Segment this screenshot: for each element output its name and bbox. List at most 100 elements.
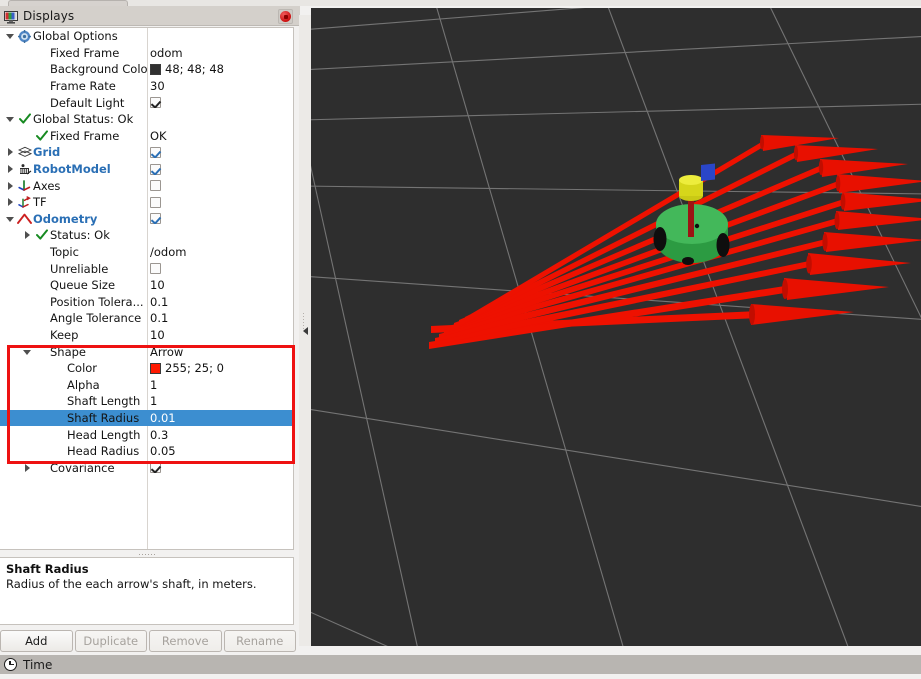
tree-row[interactable]: Unreliable [0, 260, 292, 277]
panel-title: Displays [23, 8, 75, 23]
tree-row[interactable]: Status: Ok [0, 227, 292, 244]
tree-row-value: 0.3 [150, 427, 169, 442]
tree-row-name-cell: Grid [0, 145, 148, 159]
tree-row[interactable]: Queue Size 10 [0, 277, 292, 294]
checkbox-unchecked[interactable] [150, 196, 161, 208]
property-description-box: Shaft Radius Radius of the each arrow's … [0, 557, 294, 625]
tree-row-value-cell[interactable] [148, 196, 292, 208]
checkbox-checked[interactable] [150, 146, 161, 158]
tree-row-value-cell[interactable] [148, 180, 292, 192]
tree-row-label: Topic [50, 245, 79, 260]
tree-row[interactable]: Head Length 0.3 [0, 426, 292, 443]
expander-closed-icon[interactable] [21, 462, 33, 474]
tree-row-value-cell[interactable]: odom [148, 46, 292, 60]
tree-row-value-cell[interactable]: 0.01 [148, 411, 292, 425]
window-bottom-pad [0, 674, 921, 679]
tree-row-name-cell: RobotModel [0, 162, 148, 176]
expander-closed-icon[interactable] [4, 146, 16, 158]
expander-open-icon[interactable] [4, 213, 16, 225]
tree-row[interactable]: Fixed Frame OK [0, 128, 292, 145]
tree-row-value-cell[interactable]: 1 [148, 394, 292, 408]
tree-row-value-cell[interactable]: /odom [148, 245, 292, 259]
tree-row[interactable]: Shape Arrow [0, 343, 292, 360]
expander-closed-icon[interactable] [4, 163, 16, 175]
tree-row-value-cell[interactable]: 1 [148, 378, 292, 392]
checkbox-checked[interactable] [150, 163, 161, 175]
tree-row-value-cell[interactable]: Arrow [148, 345, 292, 359]
tree-row[interactable]: Head Radius 0.05 [0, 443, 292, 460]
tree-row[interactable]: Odometry [0, 211, 292, 228]
tree-row[interactable]: Topic/odom [0, 244, 292, 261]
expander-open-icon[interactable] [4, 113, 16, 125]
tree-row-value: 0.05 [150, 444, 176, 459]
tree-row-value-cell[interactable]: OK [148, 129, 292, 143]
tree-row[interactable]: Grid [0, 144, 292, 161]
tree-row[interactable]: Angle Tolerance 0.1 [0, 310, 292, 327]
color-swatch[interactable] [150, 63, 161, 75]
tree-row-value-cell[interactable]: 30 [148, 79, 292, 93]
tree-row[interactable]: Axes [0, 177, 292, 194]
tree-row-value-cell[interactable]: 0.1 [148, 311, 292, 325]
tree-row[interactable]: Fixed Frame odom [0, 45, 292, 62]
tree-row[interactable]: Color 255; 25; 0 [0, 360, 292, 377]
checkbox-unchecked[interactable] [150, 180, 161, 192]
expander-open-icon[interactable] [4, 30, 16, 42]
tree-row-selected[interactable]: Shaft Radius 0.01 [0, 409, 292, 427]
color-swatch[interactable] [150, 362, 161, 374]
tree-row-value-cell[interactable]: 255; 25; 0 [148, 361, 292, 375]
close-icon[interactable] [278, 9, 293, 24]
tree-row-value: 10 [150, 327, 165, 342]
tree-row[interactable]: Position Tolera... 0.1 [0, 294, 292, 311]
check-green-icon [16, 113, 33, 125]
tree-row-value-cell[interactable]: 10 [148, 278, 292, 292]
checkbox-checked[interactable] [150, 462, 161, 474]
tree-row[interactable]: Shaft Length 1 [0, 393, 292, 410]
tree-row[interactable]: Covariance [0, 459, 292, 476]
tree-row-value-cell[interactable]: 48; 48; 48 [148, 62, 292, 76]
tree-row-value-cell[interactable] [148, 263, 292, 275]
tree-row[interactable]: Global Options [0, 28, 292, 45]
render-viewport-3d[interactable] [311, 8, 921, 646]
tree-row-label: Fixed Frame [50, 128, 120, 143]
tree-row[interactable]: Alpha 1 [0, 376, 292, 393]
tree-row-value-cell[interactable] [148, 97, 292, 109]
tree-row[interactable]: TF [0, 194, 292, 211]
tree-row-value-cell[interactable] [148, 146, 292, 158]
tree-row-name-cell: Covariance [0, 461, 148, 475]
tree-row-value-cell[interactable] [148, 213, 292, 225]
expander-open-icon[interactable] [21, 346, 33, 358]
display-properties-tree[interactable]: Global Options Fixed Frame odom Background … [0, 27, 294, 550]
tree-row-label: Head Radius [67, 444, 140, 459]
dock-collapse-handle[interactable] [299, 15, 311, 646]
clock-icon [4, 658, 17, 671]
tree-row-value-cell[interactable]: 0.3 [148, 428, 292, 442]
tree-row-value-cell[interactable]: 0.1 [148, 295, 292, 309]
tree-row-label: Frame Rate [50, 79, 116, 94]
tree-row-value-cell[interactable]: 10 [148, 328, 292, 342]
tree-row-value-cell[interactable] [148, 163, 292, 175]
tree-row[interactable]: Global Status: Ok [0, 111, 292, 128]
checkbox-checked[interactable] [150, 97, 161, 109]
odometry-icon [16, 213, 33, 225]
tree-row[interactable]: Background Color 48; 48; 48 [0, 61, 292, 78]
remove-button: Remove [149, 630, 222, 652]
tree-row[interactable]: Default Light [0, 94, 292, 111]
tree-row-value-cell[interactable] [148, 462, 292, 474]
tree-row-label: Background Color [50, 62, 148, 77]
expander-closed-icon[interactable] [21, 229, 33, 241]
tree-row[interactable]: Keep 10 [0, 327, 292, 344]
tree-row-value-cell[interactable]: 0.05 [148, 444, 292, 458]
add-button[interactable]: Add [0, 630, 73, 652]
tree-row[interactable]: RobotModel [0, 161, 292, 178]
checkbox-checked[interactable] [150, 213, 161, 225]
scene-3d [311, 8, 921, 646]
tree-row[interactable]: Frame Rate 30 [0, 78, 292, 95]
expander-closed-icon[interactable] [4, 180, 16, 192]
expander-closed-icon[interactable] [4, 196, 16, 208]
tree-row-value: 10 [150, 278, 165, 293]
checkbox-unchecked[interactable] [150, 263, 161, 275]
